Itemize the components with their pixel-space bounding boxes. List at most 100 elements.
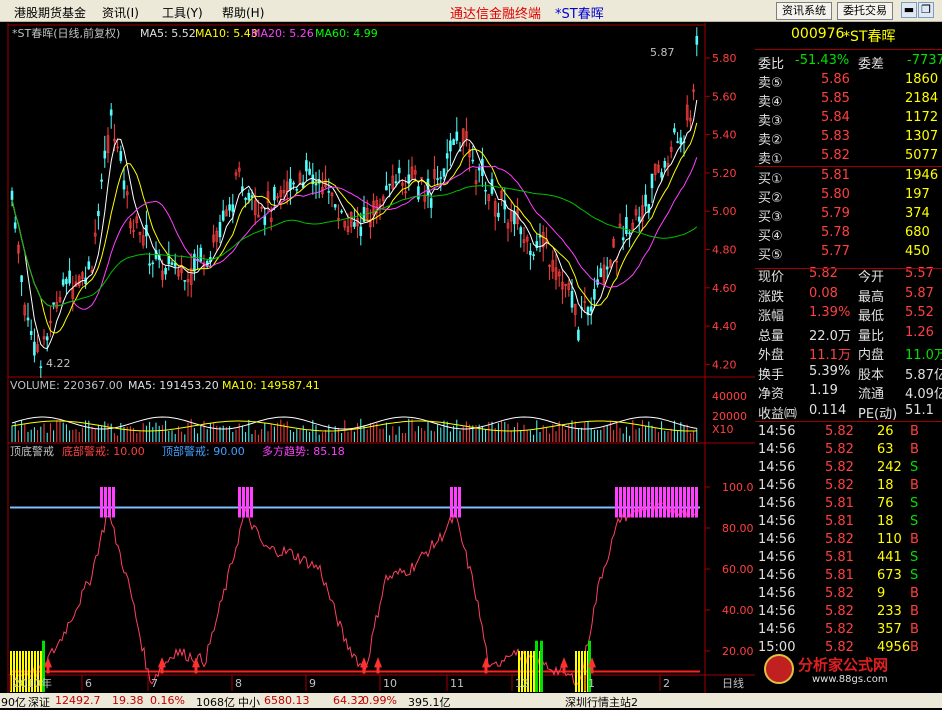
candle-body — [455, 131, 459, 141]
top-signal-bar — [635, 487, 638, 518]
quote-divider — [755, 49, 942, 50]
candle-body — [170, 262, 174, 265]
tick-row: 14:56 5.82 9 B — [758, 586, 919, 601]
top-signal-bar — [651, 487, 654, 518]
candle-body — [353, 222, 356, 227]
ask-row: 卖④ 5.85 2184 — [758, 91, 939, 110]
bottom-signal-bar — [578, 651, 580, 692]
candle-body — [292, 182, 295, 185]
candle-body — [199, 247, 203, 262]
top-signal-bar — [687, 487, 690, 518]
candle-body — [97, 210, 100, 217]
candle-body — [679, 137, 683, 145]
x-tick: 6 — [85, 677, 92, 690]
candle-body — [397, 167, 401, 174]
candle-body — [109, 109, 113, 116]
top-signal-bar — [647, 487, 650, 518]
candle-body — [314, 183, 318, 186]
top-signal-bar — [112, 487, 115, 518]
indicator-tick: 60.00 — [722, 563, 754, 576]
minimize-icon[interactable]: ▬ — [901, 2, 917, 18]
indicator-tick: 20.00 — [722, 645, 754, 658]
ma5-label: MA5: 5.52 — [140, 27, 196, 40]
candle-body — [26, 317, 30, 321]
menu-item-news[interactable]: 资讯(I) — [102, 4, 139, 21]
candle-body — [308, 168, 311, 175]
news-system-button[interactable]: 资讯系统 — [776, 2, 832, 20]
candle-body — [621, 237, 625, 241]
tick-row: 14:56 5.81 76 S — [758, 496, 919, 511]
menu-item-help[interactable]: 帮助(H) — [222, 4, 264, 21]
top-signal-bar — [458, 487, 461, 518]
candle-body — [289, 178, 292, 190]
webi-row: 委比 -51.43% 委差 -7737 — [758, 53, 942, 72]
candle-body — [193, 253, 196, 272]
trade-button[interactable]: 委托交易 — [837, 2, 893, 20]
top-signal-bar — [639, 487, 642, 518]
top-signal-bar — [615, 487, 618, 518]
x-tick: 1 — [588, 677, 595, 690]
stat-row: 外盘 11.1万 内盘 11.0万 — [758, 348, 942, 363]
candle-body — [333, 204, 337, 208]
stat-row: 收益㈣ 0.114 PE(动) 51.1 — [758, 402, 934, 422]
bid-row: 买① 5.81 1946 — [758, 168, 939, 187]
top-signal-bar — [627, 487, 630, 518]
price-tick: 5.20 — [712, 167, 737, 180]
bid-row: 买④ 5.78 680 — [758, 225, 930, 244]
candle-body — [417, 186, 420, 200]
x-tick: 7 — [151, 677, 158, 690]
candle-body — [519, 227, 523, 235]
kline-chart[interactable]: *ST春晖(日线,前复权) MA5: 5.52 MA10: 5.43 MA20:… — [0, 23, 755, 693]
top-signal-bar — [246, 487, 249, 518]
candle-body — [221, 210, 225, 221]
candle-body — [385, 185, 388, 191]
x-tick: 9 — [309, 677, 316, 690]
candle-body — [45, 336, 49, 341]
top-signal-bar — [683, 487, 686, 518]
volume-ma-line — [11, 420, 697, 432]
menu-item-tools[interactable]: 工具(Y) — [162, 4, 203, 21]
candle-body — [164, 268, 167, 275]
candle-body — [119, 151, 123, 161]
tick-row: 14:56 5.81 18 S — [758, 514, 919, 529]
menu-item-hk-futures[interactable]: 港股期货基金 — [14, 4, 86, 21]
bid-row: 买③ 5.79 374 — [758, 206, 930, 225]
bottom-signal-bar — [530, 651, 532, 692]
candle-body — [605, 266, 609, 270]
stat-row: 净资 1.19 流通 4.09亿 — [758, 383, 942, 402]
candle-body — [61, 279, 65, 286]
top-signal-bar — [250, 487, 253, 518]
indicator-tick: 80.00 — [722, 522, 754, 535]
candle-body — [429, 198, 433, 208]
x-tick: 8 — [235, 677, 242, 690]
ask-row: 卖⑤ 5.86 1860 — [758, 72, 939, 91]
top-signal-bar — [695, 487, 698, 518]
top-signal-bar — [450, 487, 453, 518]
chart-area[interactable]: *ST春晖(日线,前复权) MA5: 5.52 MA10: 5.43 MA20:… — [0, 23, 755, 693]
candle-body — [151, 262, 155, 265]
candle-body — [589, 306, 593, 312]
top-signal-bar — [663, 487, 666, 518]
restore-icon[interactable]: ❐ — [918, 2, 934, 18]
top-signal-bar — [619, 487, 622, 518]
green-signal-bar — [535, 640, 538, 692]
top-signal-bar — [242, 487, 245, 518]
candle-body — [295, 188, 299, 191]
candle-body — [570, 290, 574, 308]
tick-row: 14:56 5.82 233 B — [758, 604, 919, 619]
top-signal-bar — [104, 487, 107, 518]
stat-row: 换手 5.39% 股本 5.87亿 — [758, 363, 942, 383]
ask-row: 卖③ 5.84 1172 — [758, 110, 939, 129]
x-tick: 11 — [450, 677, 464, 690]
bottom-signal-bar — [533, 651, 535, 692]
candle-body — [388, 183, 391, 186]
x-tick: 2010年 — [13, 676, 52, 690]
candle-body — [484, 189, 487, 192]
candle-body — [183, 280, 187, 282]
top-signal-bar — [679, 487, 682, 518]
candle-body — [599, 268, 603, 278]
top-signal-bar — [454, 487, 457, 518]
top-signal-bar — [643, 487, 646, 518]
low-mark: 4.22 — [46, 357, 71, 370]
candle-body — [676, 141, 679, 143]
